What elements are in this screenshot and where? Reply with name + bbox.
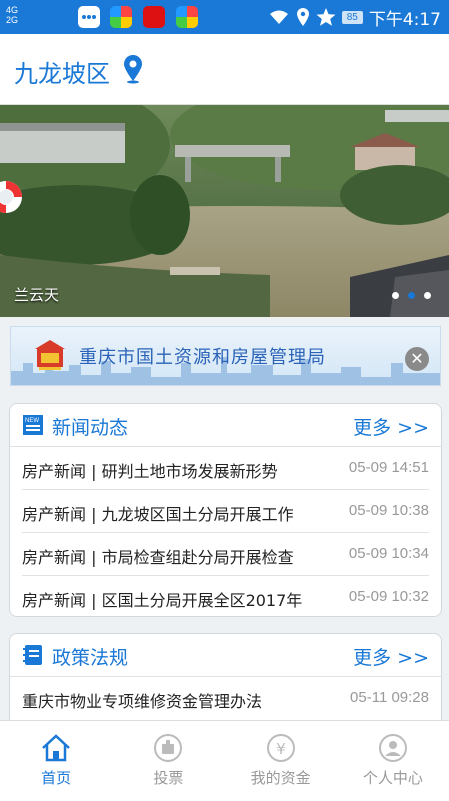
carousel-indicator <box>392 292 431 299</box>
policy-title: 政策法规 <box>52 647 129 669</box>
tab-vote-label: 投票 <box>153 769 184 787</box>
news-header: NEW 新闻动态 更多 >> <box>10 404 441 447</box>
tab-home-label: 首页 <box>41 769 72 787</box>
news-item-date: 05-09 10:38 <box>348 502 429 519</box>
news-item-title: 房产新闻 | 市局检查组赴分局开展检查 <box>22 548 294 567</box>
news-item[interactable]: 房产新闻 | 市局检查组赴分局开展检查 05-09 10:34 <box>22 533 429 576</box>
message-app-icon <box>78 6 100 28</box>
news-item[interactable]: 房产新闻 | 九龙坡区国土分局开展工作 05-09 10:38 <box>22 490 429 533</box>
svg-text:NEW: NEW <box>25 418 39 424</box>
svg-text:¥: ¥ <box>276 740 286 758</box>
news-title: 新闻动态 <box>52 417 129 439</box>
news-item-title: 房产新闻 | 九龙坡区国土分局开展工作 <box>22 505 294 524</box>
news-item-date: 05-09 10:32 <box>348 588 429 605</box>
banner-carousel[interactable]: 兰云天 <box>0 105 449 317</box>
tab-vote[interactable]: 投票 <box>112 721 224 801</box>
newspaper-icon: NEW <box>23 415 43 435</box>
person-icon <box>378 734 407 762</box>
signal-indicator: 4G 2G <box>6 5 18 25</box>
star-icon <box>316 8 336 26</box>
signal-4g: 4G <box>6 5 19 15</box>
news-app-icon <box>143 6 165 28</box>
ad-banner[interactable]: 重庆市国土资源和房屋管理局 ✕ <box>10 326 441 386</box>
news-item-date: 05-09 14:51 <box>348 459 429 476</box>
news-item-title: 房产新闻 | 区国土分局开展全区2017年 <box>22 591 303 610</box>
tab-profile[interactable]: 个人中心 <box>337 721 449 801</box>
news-section: NEW 新闻动态 更多 >> 房产新闻 | 研判土地市场发展新形势 05-09 … <box>9 403 442 617</box>
carousel-dot[interactable] <box>392 292 399 299</box>
tab-profile-label: 个人中心 <box>362 769 423 787</box>
status-bar: 4G 2G 85 下午4:17 <box>0 0 449 34</box>
emblem-icon <box>35 340 65 370</box>
tab-funds[interactable]: ¥ 我的资金 <box>225 721 337 801</box>
book-icon <box>23 645 42 665</box>
location-icon <box>296 8 309 26</box>
policy-item-date: 05-11 09:28 <box>350 689 429 706</box>
banner-caption: 兰云天 <box>14 286 60 304</box>
close-icon[interactable]: ✕ <box>405 347 429 371</box>
news-item-date: 05-09 10:34 <box>348 545 429 562</box>
yuan-icon: ¥ <box>266 734 295 762</box>
tab-home[interactable]: 首页 <box>0 721 112 801</box>
app-icon-1 <box>110 6 132 28</box>
clock: 下午4:17 <box>368 9 441 30</box>
vote-icon <box>154 734 183 762</box>
battery-icon: 85 <box>341 10 363 24</box>
policy-item[interactable]: 重庆市物业专项维修资金管理办法 05-11 09:28 <box>22 677 429 719</box>
news-item[interactable]: 房产新闻 | 区国土分局开展全区2017年 05-09 10:32 <box>22 576 429 616</box>
top-header: 九龙坡区 <box>0 34 449 105</box>
news-item[interactable]: 房产新闻 | 研判土地市场发展新形势 05-09 14:51 <box>22 447 429 490</box>
policy-item-title: 重庆市物业专项维修资金管理办法 <box>22 692 263 711</box>
home-icon <box>42 734 70 762</box>
ad-title: 重庆市国土资源和房屋管理局 <box>79 347 326 368</box>
banner-image <box>0 105 449 317</box>
signal-2g: 2G <box>6 15 19 25</box>
wifi-icon <box>269 10 288 24</box>
app-icon-2 <box>176 6 198 28</box>
news-item-title: 房产新闻 | 研判土地市场发展新形势 <box>22 462 278 481</box>
policy-more-link[interactable]: 更多 >> <box>353 643 429 670</box>
news-more-link[interactable]: 更多 >> <box>353 413 429 440</box>
carousel-dot-active[interactable] <box>408 292 415 299</box>
bottom-tab-bar: 首页 投票 ¥ 我的资金 个人中心 <box>0 720 449 801</box>
tab-funds-label: 我的资金 <box>250 769 311 787</box>
city-selector[interactable]: 九龙坡区 <box>14 54 110 89</box>
lifebuoy-icon[interactable] <box>0 175 30 219</box>
location-pin-icon[interactable] <box>122 54 144 84</box>
status-right: 85 下午4:17 <box>268 0 441 34</box>
carousel-dot[interactable] <box>424 292 431 299</box>
policy-header: 政策法规 更多 >> <box>10 634 441 677</box>
